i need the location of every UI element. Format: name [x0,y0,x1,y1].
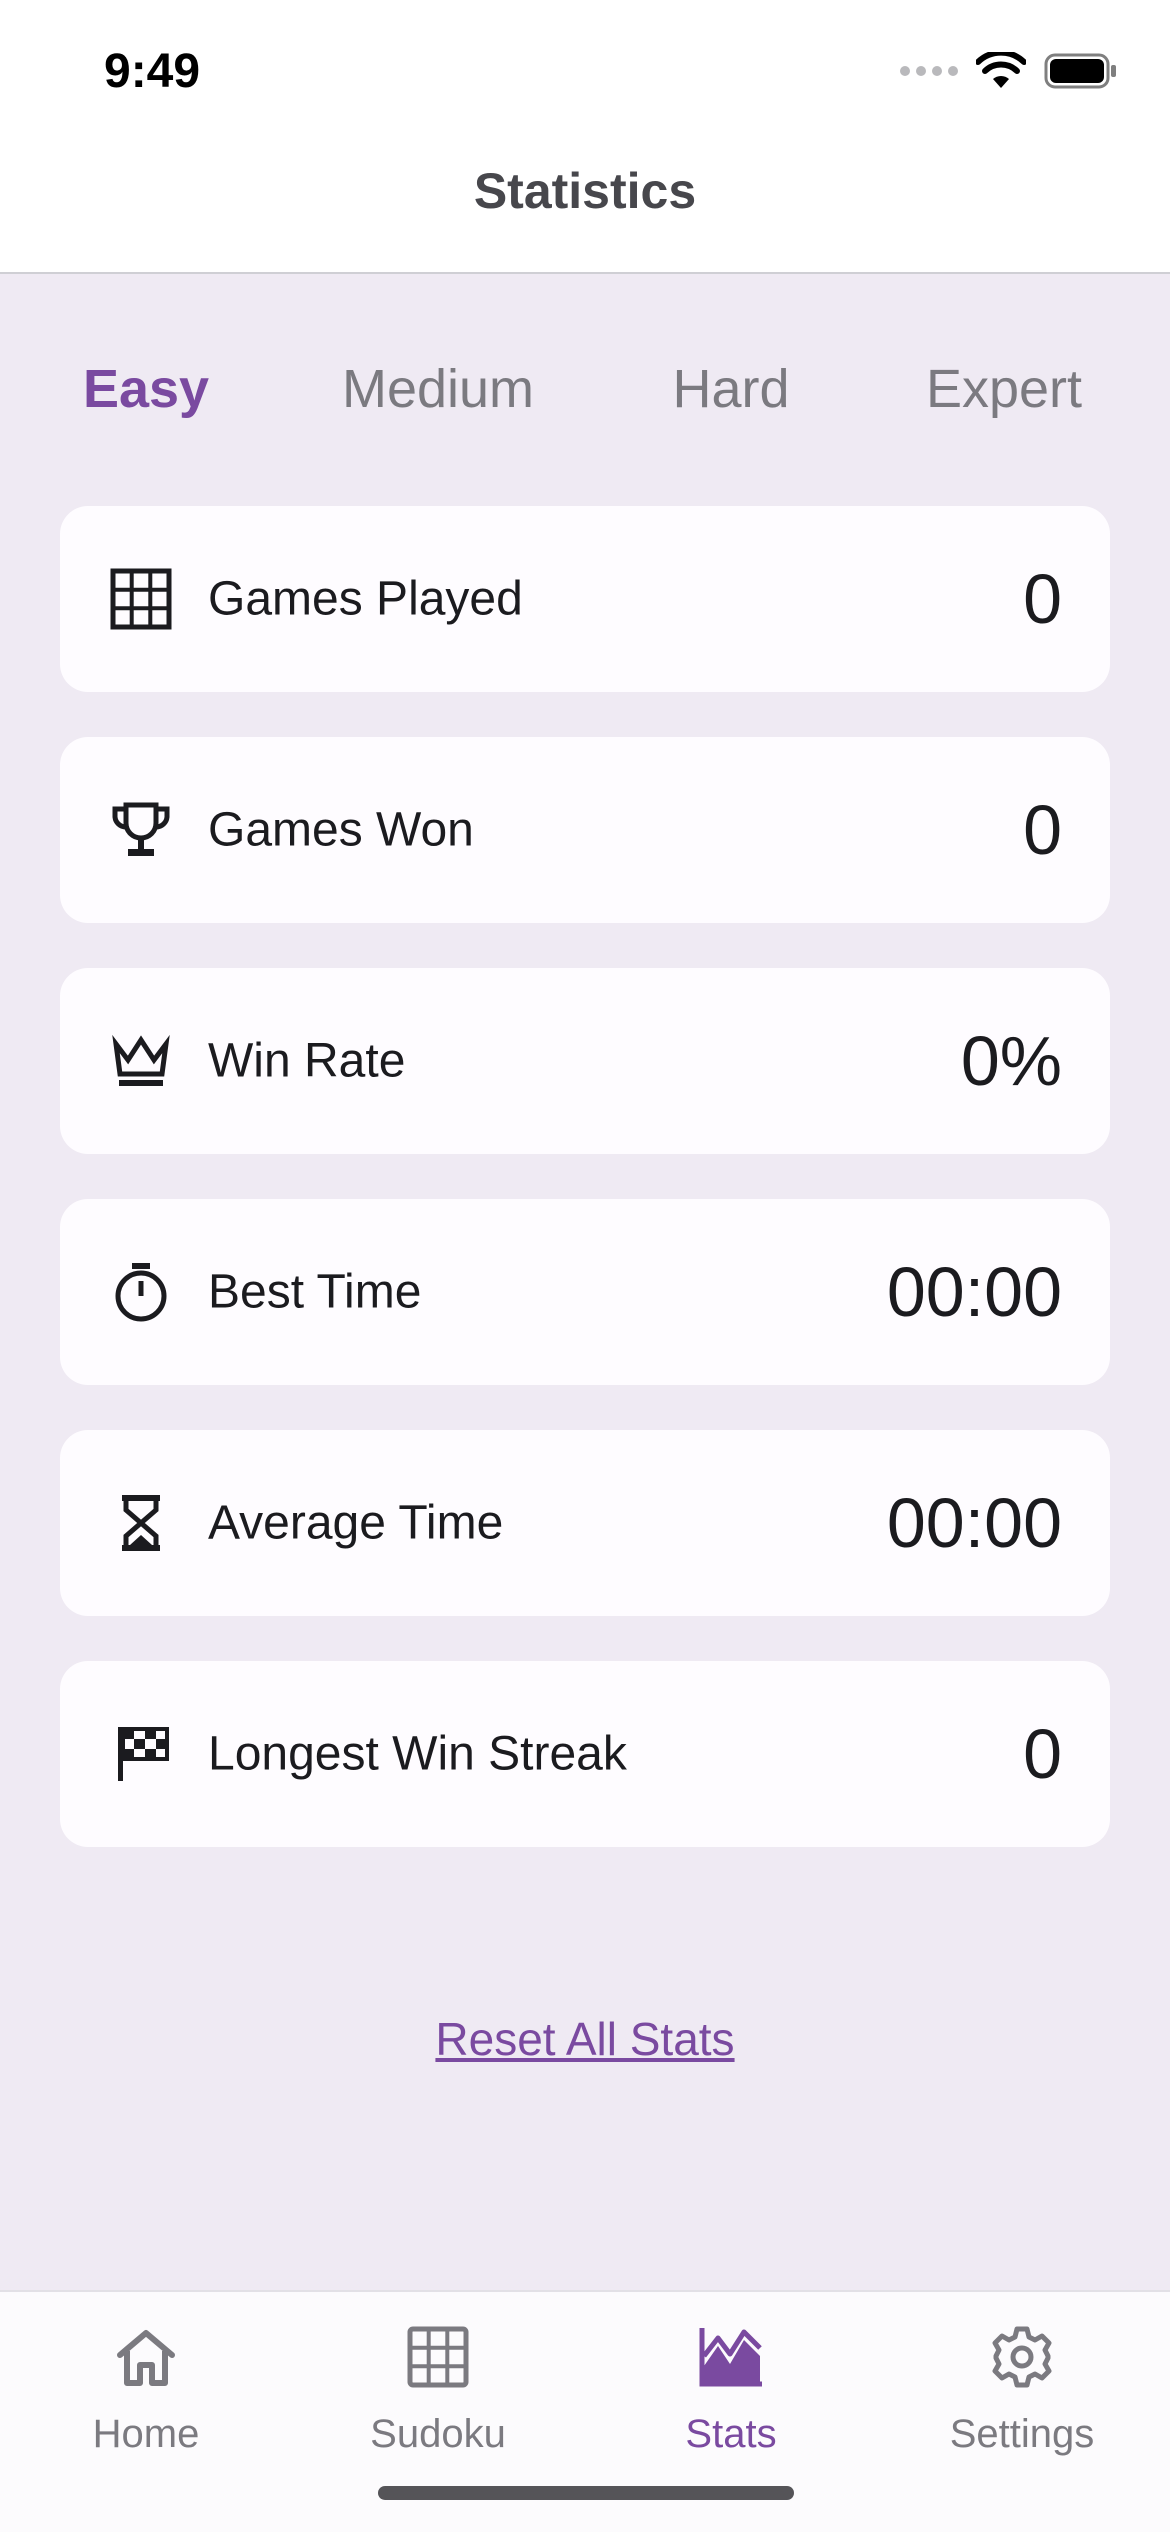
tab-expert[interactable]: Expert [926,358,1082,420]
status-time: 9:49 [104,45,201,98]
page-title: Statistics [473,163,697,219]
stat-value: 0 [1023,1715,1062,1793]
home-icon [111,2322,181,2392]
stat-card-longest-win-streak: Longest Win Streak 0 [60,1661,1110,1847]
reset-container: Reset All Stats [0,2012,1170,2066]
tab-easy[interactable]: Easy [83,358,209,420]
tab-medium[interactable]: Medium [342,358,534,420]
reset-all-stats-link[interactable]: Reset All Stats [435,2013,734,2065]
stat-label: Games Won [208,803,474,857]
stat-card-games-won: Games Won 0 [60,737,1110,923]
battery-icon [1044,53,1116,89]
stat-value: 00:00 [886,1484,1062,1562]
stat-card-win-rate: Win Rate 0% [60,968,1110,1154]
tab-bar-label: Stats [685,2412,777,2456]
crown-icon [108,1028,174,1094]
stat-label: Average Time [208,1496,504,1550]
difficulty-tabs: Easy Medium Hard Expert [0,340,1170,436]
stat-label: Longest Win Streak [208,1727,627,1781]
status-icons [900,52,1118,90]
tab-bar-home[interactable]: Home [16,2322,276,2457]
navigation-header: Statistics [0,140,1170,274]
stat-value: 0% [960,1022,1062,1100]
grid-icon [403,2322,473,2392]
stat-value: 0 [1023,560,1062,638]
tab-hard[interactable]: Hard [672,358,789,420]
stat-card-average-time: Average Time 00:00 [60,1430,1110,1616]
stat-label: Games Played [208,572,523,626]
trophy-icon [108,797,174,863]
chart-icon [696,2322,766,2392]
tab-bar-sudoku[interactable]: Sudoku [308,2322,568,2457]
gear-icon [987,2322,1057,2392]
stat-card-games-played: Games Played 0 [60,506,1110,692]
hourglass-icon [108,1490,174,1556]
cellular-signal-icon [900,66,958,76]
tab-bar-stats[interactable]: Stats [601,2322,861,2457]
stat-value: 0 [1023,791,1062,869]
tab-bar-settings[interactable]: Settings [892,2322,1152,2457]
wifi-icon [976,52,1026,88]
checkered-flag-icon [108,1721,174,1787]
grid-icon [108,566,174,632]
stat-card-best-time: Best Time 00:00 [60,1199,1110,1385]
stopwatch-icon [108,1259,174,1325]
status-bar: 9:49 [0,0,1170,140]
home-indicator[interactable] [378,2486,794,2500]
stat-label: Win Rate [208,1034,406,1088]
tab-bar-label: Settings [949,2412,1095,2456]
stat-value: 00:00 [886,1253,1062,1331]
tab-bar-label: Home [92,2412,200,2456]
tab-bar-label: Sudoku [370,2412,506,2456]
stat-label: Best Time [208,1265,422,1319]
